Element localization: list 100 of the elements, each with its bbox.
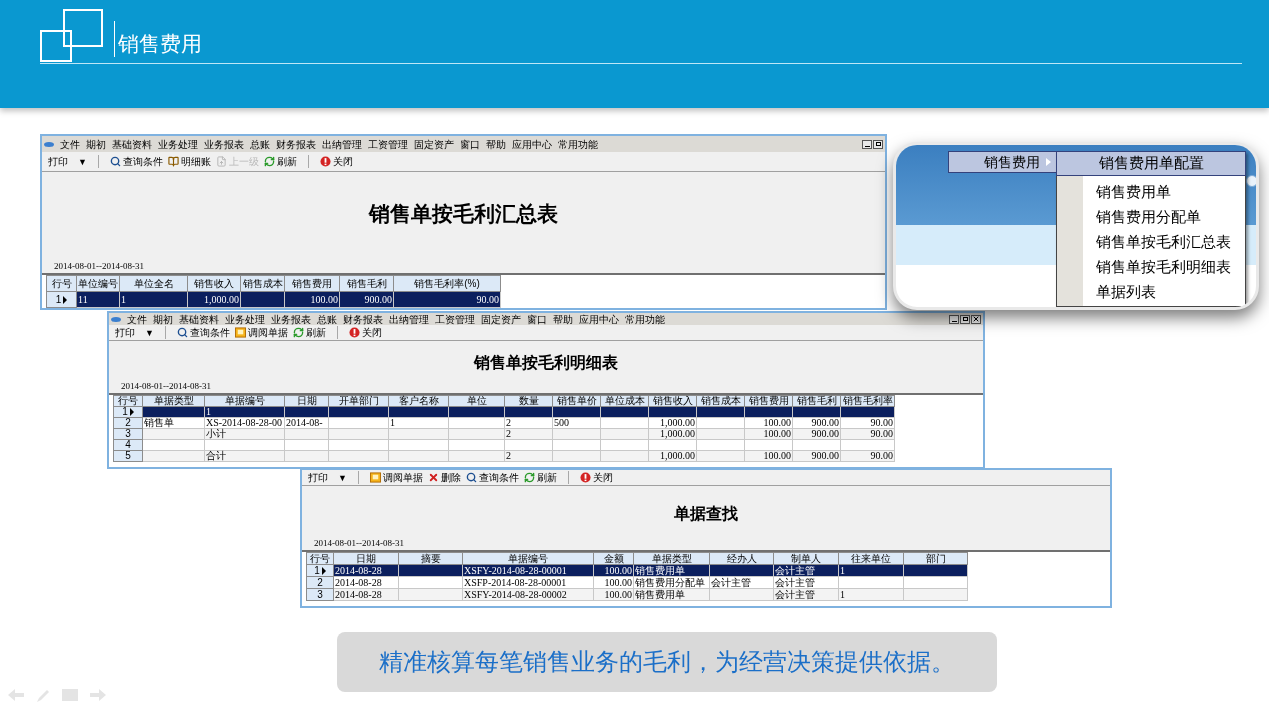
column-header[interactable]: 往来单位: [838, 552, 904, 565]
toolbar-button[interactable]: 刷新: [261, 155, 299, 168]
column-header[interactable]: 销售成本: [240, 275, 285, 292]
column-header[interactable]: 日期: [333, 552, 399, 565]
print-dropdown[interactable]: 打印 ▼: [46, 155, 89, 168]
menu-item[interactable]: 出纳管理: [319, 138, 365, 150]
column-header[interactable]: 销售收入: [648, 395, 697, 407]
menu-item[interactable]: 应用中心: [509, 138, 555, 150]
menu-item[interactable]: 出纳管理: [386, 313, 432, 325]
toolbar-button[interactable]: 调阅单据: [232, 326, 290, 339]
menu-item[interactable]: 销售单按毛利明细表: [1056, 255, 1246, 280]
menu-item[interactable]: 单据列表: [1056, 280, 1246, 305]
column-header[interactable]: 日期: [284, 395, 329, 407]
menu-item[interactable]: 应用中心: [576, 313, 622, 325]
column-header[interactable]: 单据类型: [142, 395, 205, 407]
toolbar-button[interactable]: 刷新: [521, 471, 559, 484]
menu-item[interactable]: 财务报表: [273, 138, 319, 150]
table-row[interactable]: 1 1: [113, 406, 895, 418]
table-cell: 2014-08-28: [335, 564, 382, 576]
toolbar-button[interactable]: 关闭: [577, 471, 615, 484]
column-header[interactable]: 单位成本: [600, 395, 649, 407]
menu-item[interactable]: 销售费用单配置: [1056, 151, 1246, 176]
column-header[interactable]: 单位编号: [76, 275, 120, 292]
menu-item[interactable]: 工资管理: [365, 138, 411, 150]
table-cell: 会计主管: [711, 576, 751, 588]
toolbar-button[interactable]: 关闭: [346, 326, 384, 339]
column-header[interactable]: 销售收入: [187, 275, 241, 292]
menu-item[interactable]: 财务报表: [340, 313, 386, 325]
row-number: 4: [125, 440, 131, 450]
menu-item[interactable]: 文件: [124, 313, 150, 325]
toolbar-button[interactable]: 明细账: [165, 155, 213, 168]
column-header[interactable]: 行号: [46, 275, 77, 292]
table-cell: 1,000.00: [204, 293, 239, 305]
table-cell: 会计主管: [775, 576, 815, 588]
table-cell: 1,000.00: [660, 450, 695, 461]
column-header[interactable]: 销售费用: [744, 395, 793, 407]
column-header[interactable]: 销售毛利: [792, 395, 841, 407]
table-row[interactable]: 3 小计 2 1,000.00 100.00 900.00 90.00: [113, 428, 895, 440]
table-row[interactable]: 2 销售单 XS-2014-08-28-00 2014-08- 1 2 500 1,000.00 100.00 900.00 90.00: [113, 417, 895, 429]
column-header[interactable]: 行号: [113, 395, 143, 407]
column-header[interactable]: 开单部门: [328, 395, 389, 407]
column-header[interactable]: 金额: [593, 552, 634, 565]
table-row[interactable]: 4: [113, 439, 895, 451]
menu-item[interactable]: 总账: [247, 138, 273, 150]
menu-item[interactable]: 固定资产: [411, 138, 457, 150]
menu-item[interactable]: 期初: [150, 313, 176, 325]
menu-item[interactable]: 窗口: [457, 138, 483, 150]
toolbar-button[interactable]: 关闭: [317, 155, 355, 168]
column-header[interactable]: 行号: [306, 552, 334, 565]
menu-item[interactable]: 销售费用: [948, 151, 1058, 173]
column-header[interactable]: 单据编号: [204, 395, 285, 407]
column-header[interactable]: 单位全名: [119, 275, 188, 292]
column-header[interactable]: 销售毛利率: [840, 395, 895, 407]
toolbar-button[interactable]: 查询条件: [463, 471, 521, 484]
column-header[interactable]: 数量: [504, 395, 553, 407]
table-cell: 2: [506, 428, 511, 439]
menu-item[interactable]: 业务处理: [155, 138, 201, 150]
menu-item[interactable]: 窗口: [524, 313, 550, 325]
toolbar-button[interactable]: 调阅单据: [367, 471, 425, 484]
table-cell: XSFP-2014-08-28-00001: [464, 576, 567, 588]
menu-item[interactable]: 文件: [57, 138, 83, 150]
menu-item[interactable]: 帮助: [550, 313, 576, 325]
column-header[interactable]: 摘要: [398, 552, 463, 565]
table-cell: XSFY-2014-08-28-00002: [464, 588, 567, 600]
menu-item[interactable]: 总账: [314, 313, 340, 325]
column-header[interactable]: 销售费用: [284, 275, 340, 292]
slide-title: 销售费用: [118, 31, 202, 57]
menu-item[interactable]: 业务报表: [268, 313, 314, 325]
menu-item[interactable]: 期初: [83, 138, 109, 150]
table-row[interactable]: 5 合计 2 1,000.00 100.00 900.00 90.00: [113, 450, 895, 462]
column-header[interactable]: 销售成本: [696, 395, 745, 407]
column-header[interactable]: 销售单价: [552, 395, 601, 407]
menu-item[interactable]: 销售费用单: [1056, 180, 1246, 205]
menu-item[interactable]: 基础资料: [176, 313, 222, 325]
menu-item[interactable]: 工资管理: [432, 313, 478, 325]
menu-item[interactable]: 销售费用分配单: [1056, 205, 1246, 230]
toolbar-button[interactable]: 刷新: [290, 326, 328, 339]
menu-item[interactable]: 基础资料: [109, 138, 155, 150]
toolbar-button[interactable]: 删除: [425, 471, 463, 484]
column-header[interactable]: 制单人: [773, 552, 839, 565]
menu-item[interactable]: 业务报表: [201, 138, 247, 150]
column-header[interactable]: 单位: [448, 395, 505, 407]
report-title: 销售单按毛利汇总表: [369, 201, 558, 226]
column-header[interactable]: 部门: [903, 552, 968, 565]
column-header[interactable]: 经办人: [709, 552, 774, 565]
toolbar-button[interactable]: 查询条件: [107, 155, 165, 168]
column-header[interactable]: 客户名称: [388, 395, 449, 407]
print-dropdown[interactable]: 打印 ▼: [306, 471, 349, 484]
print-dropdown[interactable]: 打印 ▼: [113, 326, 156, 339]
column-header[interactable]: 单据编号: [462, 552, 594, 565]
menu-item[interactable]: 常用功能: [555, 138, 601, 150]
column-header[interactable]: 单据类型: [633, 552, 710, 565]
menu-item[interactable]: 常用功能: [622, 313, 668, 325]
toolbar-button[interactable]: 查询条件: [174, 326, 232, 339]
menu-item[interactable]: 固定资产: [478, 313, 524, 325]
column-header[interactable]: 销售毛利率(%): [393, 275, 501, 292]
column-header[interactable]: 销售毛利: [339, 275, 394, 292]
table-cell: 90.00: [870, 417, 893, 428]
menu-item[interactable]: 帮助: [483, 138, 509, 150]
menu-item[interactable]: 业务处理: [222, 313, 268, 325]
